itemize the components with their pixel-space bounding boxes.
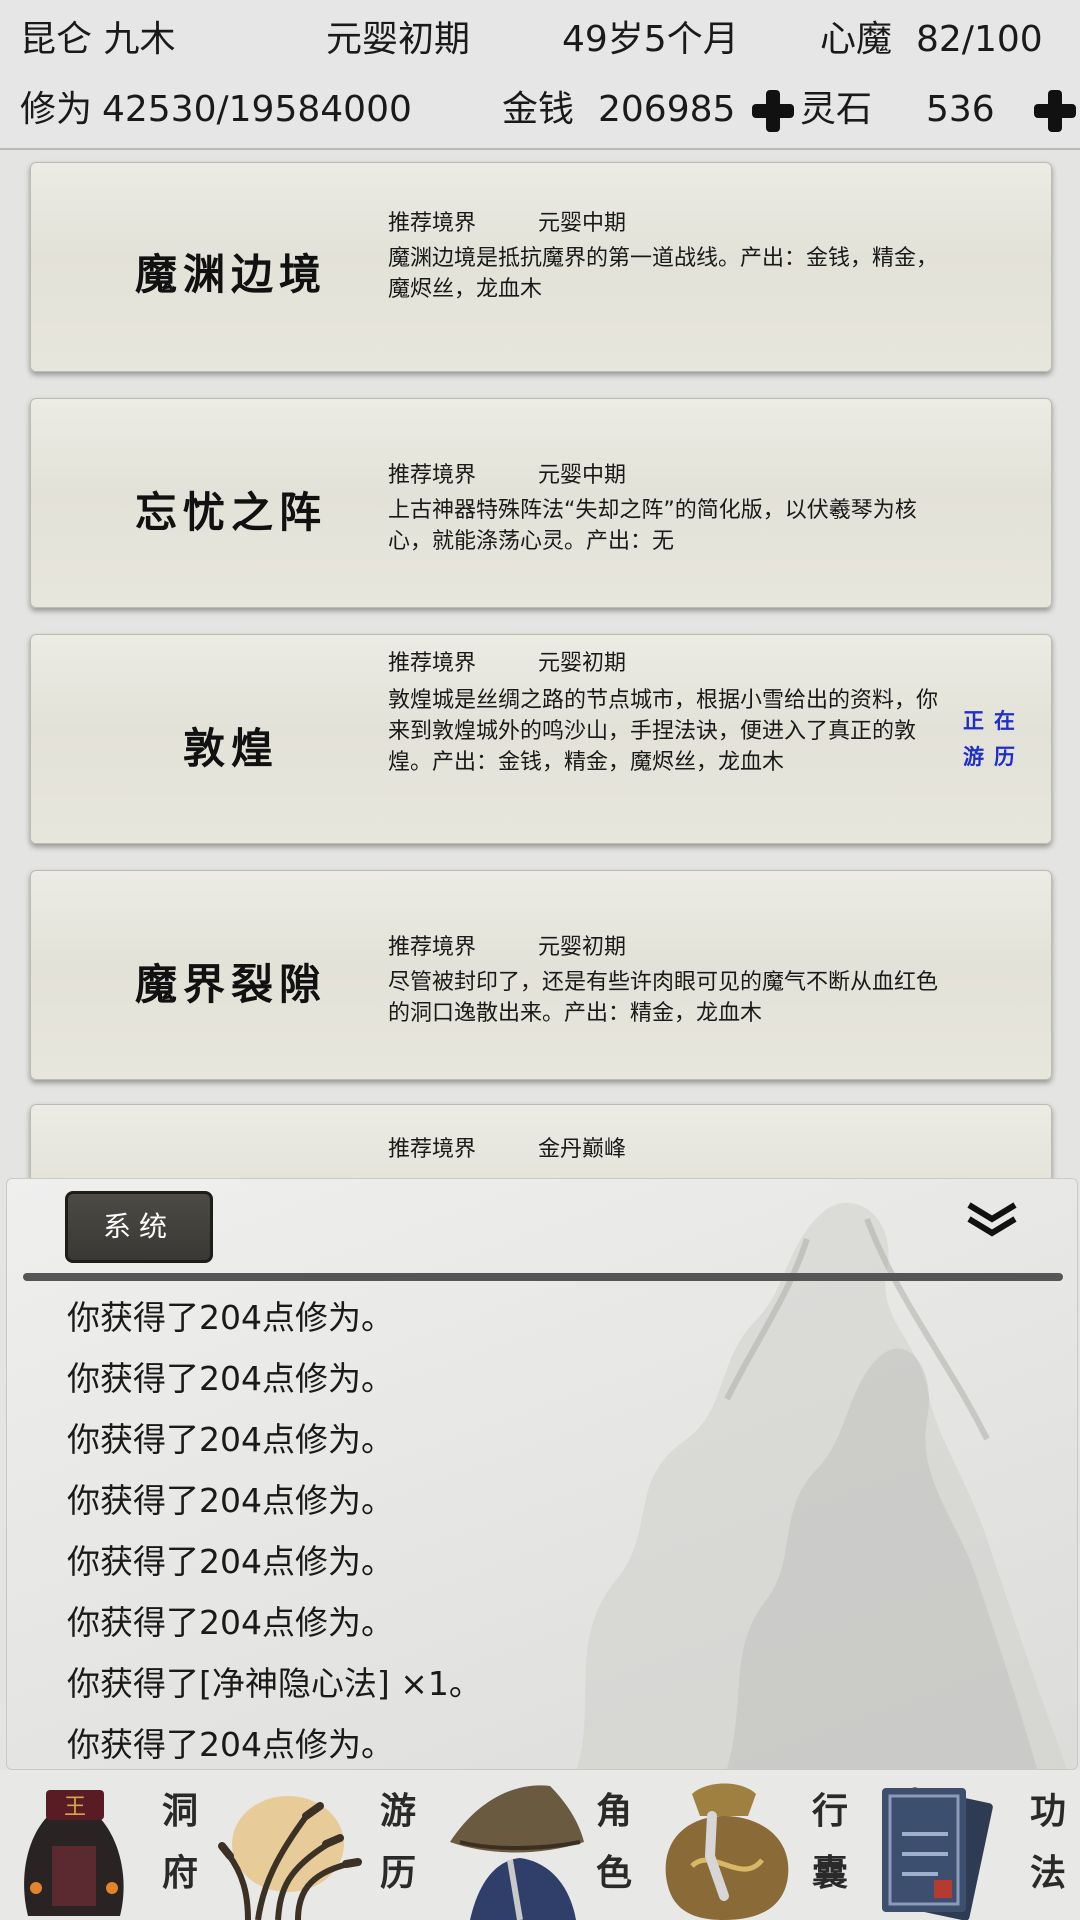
location-card[interactable]: 敦煌 推荐境界 元婴初期 敦煌城是丝绸之路的节点城市，根据小雪给出的资料，你来到… [30, 634, 1052, 844]
log-line: 你获得了204点修为。 [67, 1298, 394, 1337]
nav-character[interactable]: 角 色 [440, 1770, 652, 1920]
money-value: 206985 [598, 89, 736, 130]
bottom-navigation: 王 洞 府 游 历 角 色 行 囊 功 法 [0, 1770, 1080, 1920]
location-card[interactable]: 魔界裂隙 推荐境界 元婴初期 尽管被封印了，还是有些许肉眼可见的魔气不断从血红色… [30, 870, 1052, 1080]
log-line: 你获得了204点修为。 [67, 1481, 394, 1520]
nav-travel[interactable]: 游 历 [218, 1770, 432, 1920]
money-label: 金钱 [502, 89, 575, 130]
recommended-realm-value: 元婴中期 [538, 463, 627, 488]
location-description: 魔渊边境是抵抗魔界的第一道战线。产出：金钱，精金，魔烬丝，龙血木 [388, 246, 939, 302]
location-name: 忘忧之阵 [134, 488, 327, 537]
nav-label: 洞 [161, 1790, 198, 1832]
location-description: 敦煌城是丝绸之路的节点城市，根据小雪给出的资料，你来到敦煌城外的鸣沙山，手捏法诀… [388, 688, 939, 775]
cave-dwelling-icon: 王 [24, 1790, 124, 1916]
recommended-realm-value: 元婴初期 [538, 935, 627, 960]
nav-label: 功 [1029, 1790, 1066, 1832]
log-line: 你获得了204点修为。 [67, 1603, 394, 1642]
log-line: 你获得了204点修为。 [67, 1359, 394, 1398]
svg-text:王: 王 [64, 1795, 86, 1820]
add-money-icon[interactable] [752, 90, 794, 132]
recommended-realm-label: 推荐境界 [388, 463, 477, 488]
location-card[interactable]: 魔渊边境 推荐境界 元婴中期 魔渊边境是抵抗魔界的第一道战线。产出：金钱，精金，… [30, 162, 1052, 372]
spirit-stone-value: 536 [926, 89, 995, 130]
nav-label: 游 [379, 1790, 416, 1832]
nav-cave-dwelling[interactable]: 王 洞 府 [0, 1770, 210, 1920]
log-line: 你获得了204点修为。 [67, 1725, 394, 1764]
recommended-realm-label: 推荐境界 [388, 211, 477, 236]
log-line: 你获得了204点修为。 [67, 1420, 394, 1459]
realm-text: 元婴初期 [326, 19, 471, 60]
log-line: 你获得了[净神隐心法] ×1。 [67, 1664, 482, 1703]
nav-label: 历 [379, 1852, 416, 1894]
nav-label: 法 [1029, 1852, 1066, 1894]
location-description: 尽管被封印了，还是有些许肉眼可见的魔气不断从血红色的洞口逸散出来。产出：精金，龙… [388, 970, 939, 1026]
collapse-chevron-icon[interactable] [965, 1199, 1019, 1239]
message-log-panel[interactable]: 系统 你获得了204点修为。 你获得了204点修为。 你获得了204点修为。 你… [6, 1178, 1078, 1770]
recommended-realm-label: 推荐境界 [388, 651, 477, 676]
books-icon [882, 1787, 993, 1920]
bag-icon [665, 1783, 789, 1920]
traveling-status: 正在游历 [963, 708, 1025, 769]
location-description: 上古神器特殊阵法“失却之阵”的简化版，以伏羲琴为核心，就能涤荡心灵。产出：无 [388, 498, 917, 554]
heart-demon-label: 心魔 [820, 19, 893, 60]
recommended-realm-value: 元婴中期 [538, 211, 627, 236]
status-header: 昆仑 九木 元婴初期 49岁5个月 心魔 82/100 修为 42530/195… [0, 0, 1080, 150]
age-text: 49岁5个月 [562, 19, 739, 60]
recommended-realm-label: 推荐境界 [388, 935, 477, 960]
nav-label: 府 [161, 1852, 198, 1894]
location-card[interactable]: 忘忧之阵 推荐境界 元婴中期 上古神器特殊阵法“失却之阵”的简化版，以伏羲琴为核… [30, 398, 1052, 608]
nav-label: 角 [595, 1790, 632, 1832]
nav-label: 行 [811, 1790, 848, 1832]
character-hat-icon [450, 1785, 584, 1920]
log-divider [23, 1273, 1063, 1281]
ink-mountain-background [577, 1202, 1067, 1769]
player-name: 昆仑 九木 [20, 19, 176, 60]
cultivation-label: 修为 [20, 89, 93, 130]
nav-label: 色 [595, 1852, 632, 1894]
nav-inventory[interactable]: 行 囊 [652, 1770, 866, 1920]
location-name: 魔渊边境 [134, 250, 327, 299]
recommended-realm-value: 元婴初期 [538, 651, 627, 676]
cultivation-value: 42530/19584000 [102, 89, 412, 130]
recommended-realm-label: 推荐境界 [388, 1137, 477, 1162]
tab-system[interactable]: 系统 [65, 1191, 213, 1263]
spirit-stone-label: 灵石 [800, 89, 873, 130]
location-name: 敦煌 [182, 724, 279, 773]
log-line: 你获得了204点修为。 [67, 1542, 394, 1581]
travel-grass-icon [218, 1796, 362, 1920]
add-spirit-stone-icon[interactable] [1034, 90, 1076, 132]
nav-techniques[interactable]: 功 法 [866, 1770, 1080, 1920]
recommended-realm-value: 金丹巅峰 [538, 1137, 627, 1162]
heart-demon-value: 82/100 [916, 19, 1043, 60]
location-name: 魔界裂隙 [134, 960, 327, 1009]
nav-label: 囊 [811, 1852, 848, 1894]
